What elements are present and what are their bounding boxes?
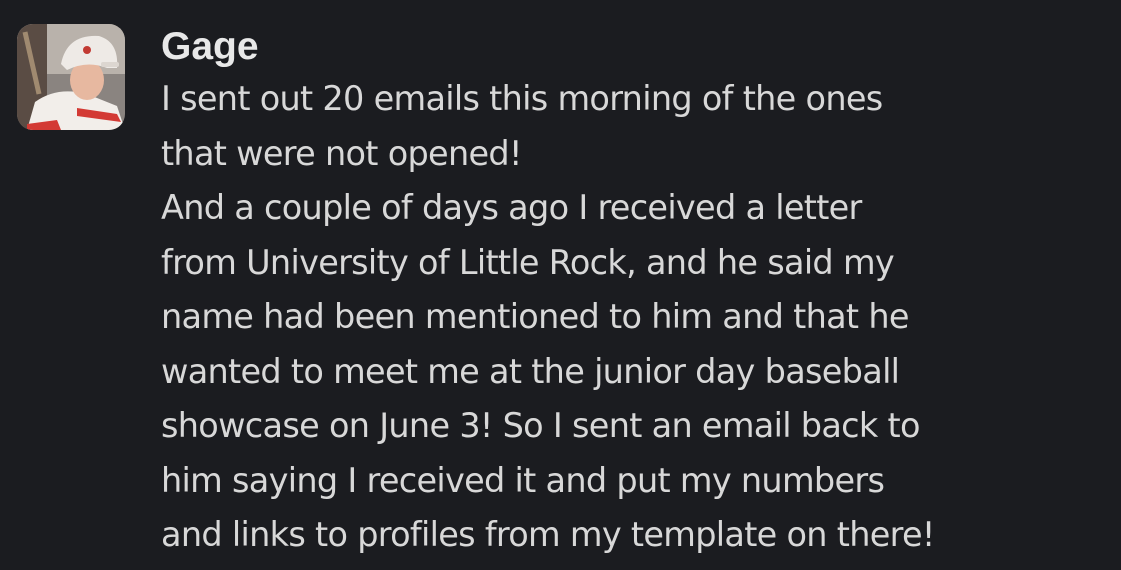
message-line: wanted to meet me at the junior day base… (161, 351, 900, 391)
message-line: showcase on June 3! So I sent an email b… (161, 406, 920, 445)
message-line: name had been mentioned to him and that … (161, 297, 909, 336)
message-line: him saying I received it and put my numb… (161, 460, 885, 500)
message-container: Gage I sent out 20 emails this morning o… (0, 0, 1121, 570)
message-line: And a couple of days ago I received a le… (161, 188, 862, 227)
message-line: I sent out 20 emails this morning of the… (161, 79, 883, 118)
user-avatar[interactable] (17, 24, 125, 130)
message-line: that were not opened! (161, 133, 522, 173)
message-content: Gage I sent out 20 emails this morning o… (161, 22, 1113, 563)
message-line: and links to profiles from my template o… (161, 515, 935, 554)
message-line: from University of Little Rock, and he s… (161, 242, 895, 282)
sender-name[interactable]: Gage (161, 22, 1113, 72)
baseball-player-avatar-icon (17, 24, 125, 130)
